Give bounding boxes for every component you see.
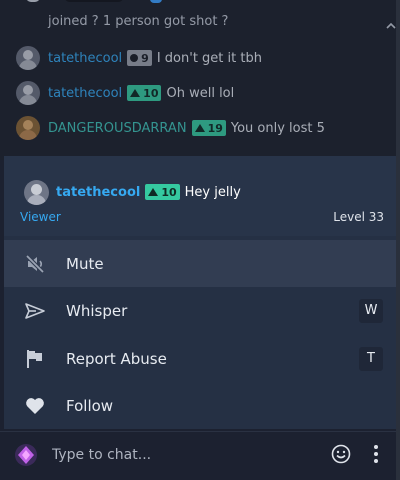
follow-label: Follow bbox=[66, 396, 114, 415]
avatar[interactable] bbox=[16, 46, 40, 70]
level-badge: 10 bbox=[145, 184, 180, 200]
badge-triangle-icon bbox=[148, 188, 159, 196]
badge-level: 10 bbox=[161, 185, 177, 199]
badge-triangle-icon bbox=[130, 89, 141, 97]
heart-icon bbox=[24, 395, 46, 417]
chat-username[interactable]: tatethecool bbox=[48, 51, 122, 66]
scrollbar[interactable] bbox=[396, 0, 400, 480]
whisper-shortcut-key: W bbox=[359, 298, 383, 323]
quoted-message: tatethecool 10 Hey jelly bbox=[56, 182, 241, 202]
avatar[interactable] bbox=[16, 81, 40, 105]
flag-icon bbox=[24, 348, 46, 370]
chat-input[interactable] bbox=[44, 440, 314, 470]
user-role: Viewer bbox=[20, 210, 61, 224]
avatar[interactable] bbox=[24, 180, 49, 205]
level-badge: 10 bbox=[127, 85, 162, 101]
chat-message-text: I don't get it tbh bbox=[156, 50, 262, 66]
mute-button[interactable]: Mute bbox=[4, 240, 396, 287]
emoji-icon[interactable] bbox=[330, 443, 352, 465]
badge-level: 9 bbox=[141, 51, 149, 65]
chat-message-text: You only lost 5 bbox=[230, 120, 325, 136]
avatar[interactable] bbox=[16, 116, 40, 140]
cut-off-element bbox=[150, 0, 162, 3]
chat-username[interactable]: tatethecool bbox=[48, 86, 122, 101]
bits-icon[interactable] bbox=[14, 443, 38, 467]
report-abuse-button[interactable]: Report Abuse T bbox=[4, 335, 396, 382]
badge-level: 10 bbox=[143, 86, 159, 100]
badge-dot-icon bbox=[130, 54, 139, 62]
cut-off-element bbox=[64, 0, 124, 2]
badge-level: 19 bbox=[207, 121, 223, 135]
report-abuse-label: Report Abuse bbox=[66, 349, 167, 368]
scroll-up-icon[interactable] bbox=[386, 22, 396, 33]
follow-button[interactable]: Follow bbox=[4, 382, 396, 429]
partial-message: joined ? 1 person got shot ? bbox=[48, 14, 229, 29]
whisper-label: Whisper bbox=[66, 301, 128, 320]
user-card-message: Hey jelly bbox=[184, 184, 241, 200]
level-badge: 9 bbox=[127, 50, 152, 66]
cut-off-icon bbox=[26, 0, 40, 2]
chat-input-bar bbox=[0, 431, 396, 480]
chat-message[interactable]: tatethecool 10 Oh well lol bbox=[16, 80, 234, 106]
chat-message[interactable]: tatethecool 9 I don't get it tbh bbox=[16, 45, 262, 71]
chat-username[interactable]: DANGEROUSDARRAN bbox=[48, 121, 187, 136]
chat-message[interactable]: DANGEROUSDARRAN 19 You only lost 5 bbox=[16, 115, 325, 141]
user-card-header: tatethecool 10 Hey jelly Viewer Level 33 bbox=[4, 156, 396, 236]
chat-panel: joined ? 1 person got shot ? tatethecool… bbox=[0, 0, 400, 480]
chat-history[interactable]: joined ? 1 person got shot ? tatethecool… bbox=[0, 0, 396, 160]
user-level: Level 33 bbox=[333, 210, 384, 224]
level-badge: 19 bbox=[191, 120, 226, 136]
report-shortcut-key: T bbox=[359, 346, 383, 371]
badge-triangle-icon bbox=[194, 124, 205, 132]
chat-message-text: Oh well lol bbox=[166, 85, 235, 101]
whisper-button[interactable]: Whisper W bbox=[4, 287, 396, 334]
user-context-menu: tatethecool 10 Hey jelly Viewer Level 33… bbox=[4, 156, 396, 429]
user-card-username[interactable]: tatethecool bbox=[56, 185, 140, 200]
mute-label: Mute bbox=[66, 254, 104, 273]
send-icon bbox=[24, 300, 46, 322]
mute-icon bbox=[24, 253, 46, 275]
more-options-icon[interactable] bbox=[368, 443, 384, 465]
